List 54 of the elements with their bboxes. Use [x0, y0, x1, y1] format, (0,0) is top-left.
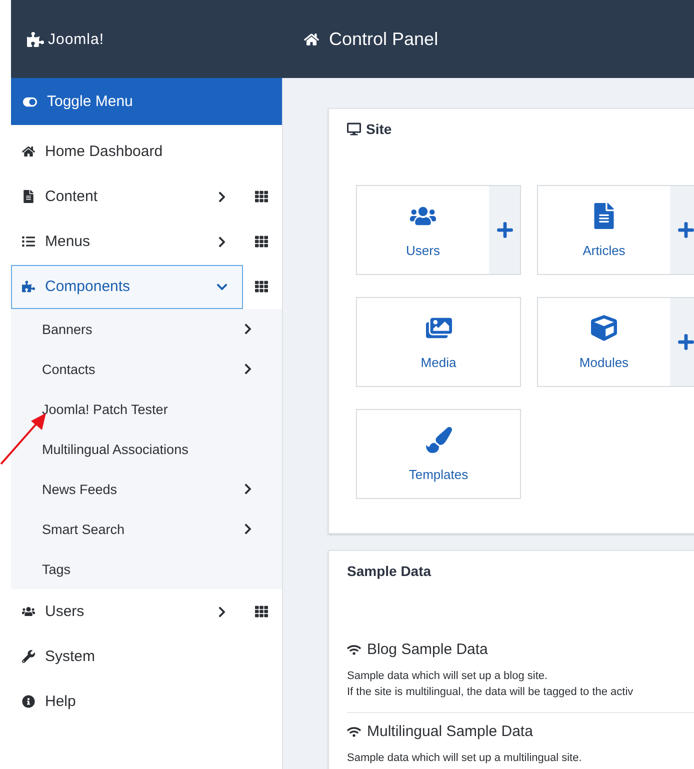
- document-icon: [22, 190, 35, 203]
- quick-link-tile[interactable]: Modules: [537, 297, 694, 387]
- sidebar-item[interactable]: Content: [11, 174, 243, 218]
- home-icon: [22, 145, 35, 158]
- monitor-icon: [347, 122, 361, 136]
- submenu-item[interactable]: Joomla! Patch Tester: [11, 389, 274, 429]
- plus-icon: [676, 333, 694, 351]
- grid-icon[interactable]: [255, 190, 268, 203]
- wifi-icon: [347, 724, 361, 738]
- sidebar-item[interactable]: Components: [11, 264, 243, 308]
- logo-icon: [27, 30, 44, 48]
- page-title: Control Panel: [329, 28, 438, 50]
- brush-icon: [426, 426, 452, 452]
- plus-icon: [676, 221, 694, 239]
- wrench-icon: [22, 650, 35, 663]
- wifi-icon: [347, 642, 361, 656]
- add-button[interactable]: [489, 186, 520, 274]
- toggle-menu-button[interactable]: Toggle Menu: [11, 78, 282, 125]
- add-button[interactable]: [670, 186, 694, 274]
- users-icon: [22, 605, 35, 618]
- grid-icon[interactable]: [255, 605, 268, 618]
- entry-title: Multilingual Sample Data: [367, 723, 533, 740]
- quick-link-tile[interactable]: Articles: [537, 185, 694, 275]
- grid-icon[interactable]: [255, 280, 268, 293]
- submenu-item[interactable]: Banners: [11, 309, 274, 349]
- grid-icon[interactable]: [255, 235, 268, 248]
- sidebar-item[interactable]: Home Dashboard: [11, 130, 243, 174]
- quick-link-tile[interactable]: Users: [356, 185, 521, 275]
- description-text: Sample data which will set up a blog site.: [347, 669, 549, 684]
- sidebar-item[interactable]: System: [11, 634, 243, 678]
- description-text: If the site is multilingual, the data will be tagged to the activ: [347, 685, 634, 700]
- submenu-item[interactable]: News Feeds: [11, 469, 274, 509]
- quick-link-tile[interactable]: Media: [356, 297, 521, 387]
- plus-icon: [496, 221, 514, 239]
- submenu-item[interactable]: Smart Search: [11, 509, 274, 549]
- submenu-item[interactable]: Tags: [11, 549, 274, 589]
- toggle-icon: [23, 94, 37, 108]
- list-icon: [22, 235, 35, 248]
- submenu-item[interactable]: Contacts: [11, 349, 274, 389]
- sidebar-item[interactable]: Help: [11, 680, 243, 724]
- card-title: Sample Data: [347, 563, 432, 579]
- card-title: Site: [366, 121, 392, 137]
- puzzle-icon: [22, 280, 35, 293]
- info-icon: [22, 695, 35, 708]
- add-button[interactable]: [670, 298, 694, 386]
- cube-icon: [591, 314, 617, 340]
- quick-link-tile[interactable]: Templates: [356, 409, 521, 499]
- description-text: Sample data which will set up a multilingual site.: [347, 751, 583, 766]
- sidebar-item[interactable]: Menus: [11, 220, 243, 264]
- brand-logo-text: Joomla!: [48, 30, 104, 48]
- sidebar-item[interactable]: Users: [11, 590, 243, 634]
- submenu-item[interactable]: Multilingual Associations: [11, 429, 274, 469]
- home-icon: [304, 32, 319, 46]
- entry-title: Blog Sample Data: [367, 641, 488, 658]
